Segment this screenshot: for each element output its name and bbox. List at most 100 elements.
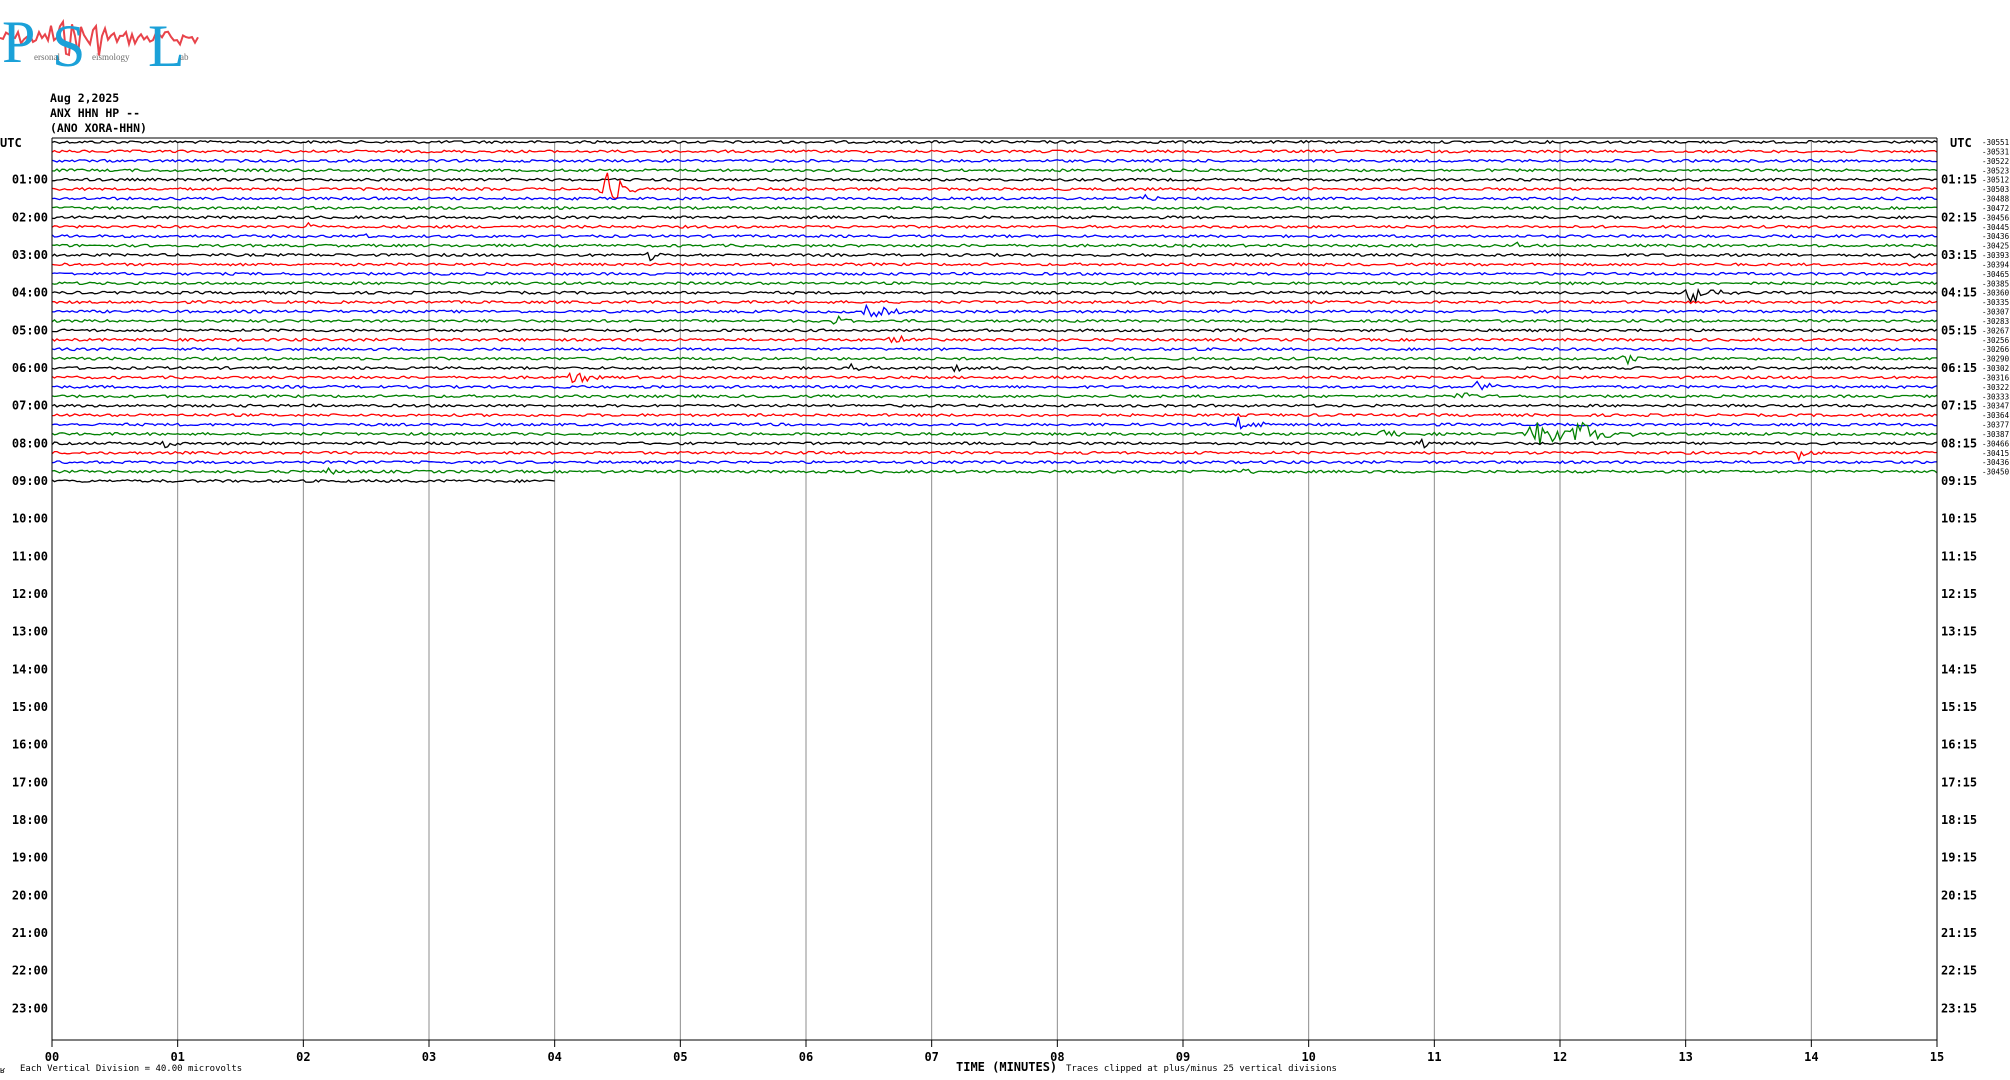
corner-mark: ʁ: [0, 1066, 6, 1076]
x-tick-label: 00: [45, 1050, 59, 1064]
trace-mean-label: -30364: [1982, 411, 2010, 420]
right-hour-label: 09:15: [1941, 474, 1977, 488]
seismic-trace: [51, 403, 1938, 408]
seismic-trace: [51, 362, 1938, 373]
x-tick-label: 06: [799, 1050, 813, 1064]
seismic-trace: [51, 303, 1938, 318]
seismic-trace: [51, 334, 1938, 344]
seismic-trace: [51, 271, 1937, 276]
trace-mean-label: -30256: [1982, 336, 2010, 345]
right-hour-label: 21:15: [1941, 926, 1977, 940]
left-hour-label: 19:00: [12, 851, 48, 865]
trace-mean-label: -30283: [1982, 317, 2009, 326]
x-tick-label: 02: [296, 1050, 310, 1064]
trace-mean-label: -30503: [1982, 185, 2009, 194]
x-tick-label: 05: [673, 1050, 687, 1064]
seismic-trace: [51, 466, 1938, 475]
trace-mean-label: -30302: [1982, 364, 2009, 373]
left-hour-label: 07:00: [12, 399, 48, 413]
left-hour-label: 08:00: [12, 436, 48, 450]
trace-mean-label: -30307: [1982, 308, 2009, 317]
trace-mean-label: -30488: [1982, 195, 2010, 204]
right-hour-label: 08:15: [1941, 436, 1977, 450]
trace-mean-label: -30387: [1982, 430, 2009, 439]
trace-mean-label: -30425: [1982, 242, 2009, 251]
left-hour-label: 22:00: [12, 964, 48, 978]
x-tick-label: 07: [924, 1050, 938, 1064]
trace-mean-label: -30465: [1982, 270, 2009, 279]
seismic-trace: [51, 221, 1938, 229]
seismic-trace: [51, 233, 1937, 239]
left-hour-label: 11:00: [12, 549, 48, 563]
x-tick-label: 11: [1427, 1050, 1441, 1064]
seismic-trace: [51, 168, 1938, 173]
seismic-trace: [51, 421, 1938, 445]
right-hour-label: 17:15: [1941, 775, 1977, 789]
seismic-trace: [51, 139, 1938, 145]
seismic-trace: [51, 281, 1938, 286]
left-hour-label: 09:00: [12, 474, 48, 488]
trace-mean-label: -30512: [1982, 176, 2009, 185]
x-tick-label: 15: [1930, 1050, 1944, 1064]
trace-mean-label: -30267: [1982, 326, 2009, 335]
right-hour-label: 03:15: [1941, 248, 1977, 262]
x-axis-title: TIME (MINUTES): [956, 1060, 1057, 1074]
seismic-trace: [51, 262, 1938, 267]
trace-mean-label: -30436: [1982, 458, 2010, 467]
right-hour-label: 20:15: [1941, 888, 1977, 902]
left-hour-label: 13:00: [12, 625, 48, 639]
right-hour-label: 01:15: [1941, 173, 1977, 187]
seismic-trace: [51, 149, 1938, 154]
seismic-trace: [51, 193, 1938, 201]
vertical-division-note: Each Vertical Division = 40.00 microvolt…: [20, 1064, 243, 1074]
seismic-trace: [51, 437, 1938, 449]
left-hour-label: 18:00: [12, 813, 48, 827]
seismic-trace: [51, 450, 1938, 462]
right-hour-label: 15:15: [1941, 700, 1977, 714]
left-hour-label: 03:00: [12, 248, 48, 262]
x-tick-label: 10: [1301, 1050, 1315, 1064]
trace-mean-label: -30466: [1982, 439, 2010, 448]
trace-mean-label: -30335: [1982, 298, 2009, 307]
left-hour-label: 02:00: [12, 210, 48, 224]
right-hour-label: 19:15: [1941, 851, 1977, 865]
clip-note: Traces clipped at plus/minus 25 vertical…: [1066, 1064, 1337, 1074]
right-hour-label: 11:15: [1941, 549, 1977, 563]
trace-mean-label: -30316: [1982, 373, 2010, 382]
trace-mean-label: -30456: [1982, 213, 2010, 222]
x-tick-label: 09: [1176, 1050, 1190, 1064]
trace-mean-label: -30385: [1982, 279, 2009, 288]
minute-grid: [177, 142, 1812, 1040]
right-hour-label: 16:15: [1941, 738, 1977, 752]
trace-mean-label: -30347: [1982, 402, 2009, 411]
left-hour-label: 04:00: [12, 286, 48, 300]
left-hour-label: 15:00: [12, 700, 48, 714]
seismic-trace: [51, 205, 1938, 211]
x-tick-label: 14: [1804, 1050, 1818, 1064]
right-hour-label: 12:15: [1941, 587, 1977, 601]
left-axis-label: UTC: [0, 136, 22, 150]
trace-mean-label: -30551: [1982, 138, 2009, 147]
trace-mean-label: -30393: [1982, 251, 2009, 260]
right-hour-label: 18:15: [1941, 813, 1977, 827]
seismic-trace: [52, 299, 1938, 305]
trace-mean-label: -30450: [1982, 468, 2010, 477]
right-hour-label: 22:15: [1941, 964, 1977, 978]
helicorder-chart: 00 01 02 03 04 05 06 07 08 09 10 11 12 13 14 1501:0002:…: [0, 136, 2010, 1074]
chart-labels: 00 01 02 03 04 05 06 07 08 09 10 11 12 13 14 1501:0002:…: [12, 138, 2010, 1064]
left-hour-label: 06:00: [12, 361, 48, 375]
seismic-trace: [51, 380, 1938, 391]
seismic-trace: [51, 177, 1938, 182]
trace-mean-label: -30445: [1982, 223, 2009, 232]
seismic-trace: [51, 347, 1938, 352]
seismic-trace: [51, 287, 1938, 305]
trace-mean-label: -30523: [1982, 166, 2009, 175]
right-hour-label: 10:15: [1941, 512, 1977, 526]
right-hour-label: 14:15: [1941, 662, 1977, 676]
x-tick-label: 12: [1553, 1050, 1567, 1064]
seismic-trace: [51, 241, 1938, 248]
trace-mean-label: -30333: [1982, 392, 2009, 401]
trace-mean-label: -30522: [1982, 157, 2009, 166]
left-hour-label: 12:00: [12, 587, 48, 601]
seismic-trace: [51, 315, 1938, 325]
